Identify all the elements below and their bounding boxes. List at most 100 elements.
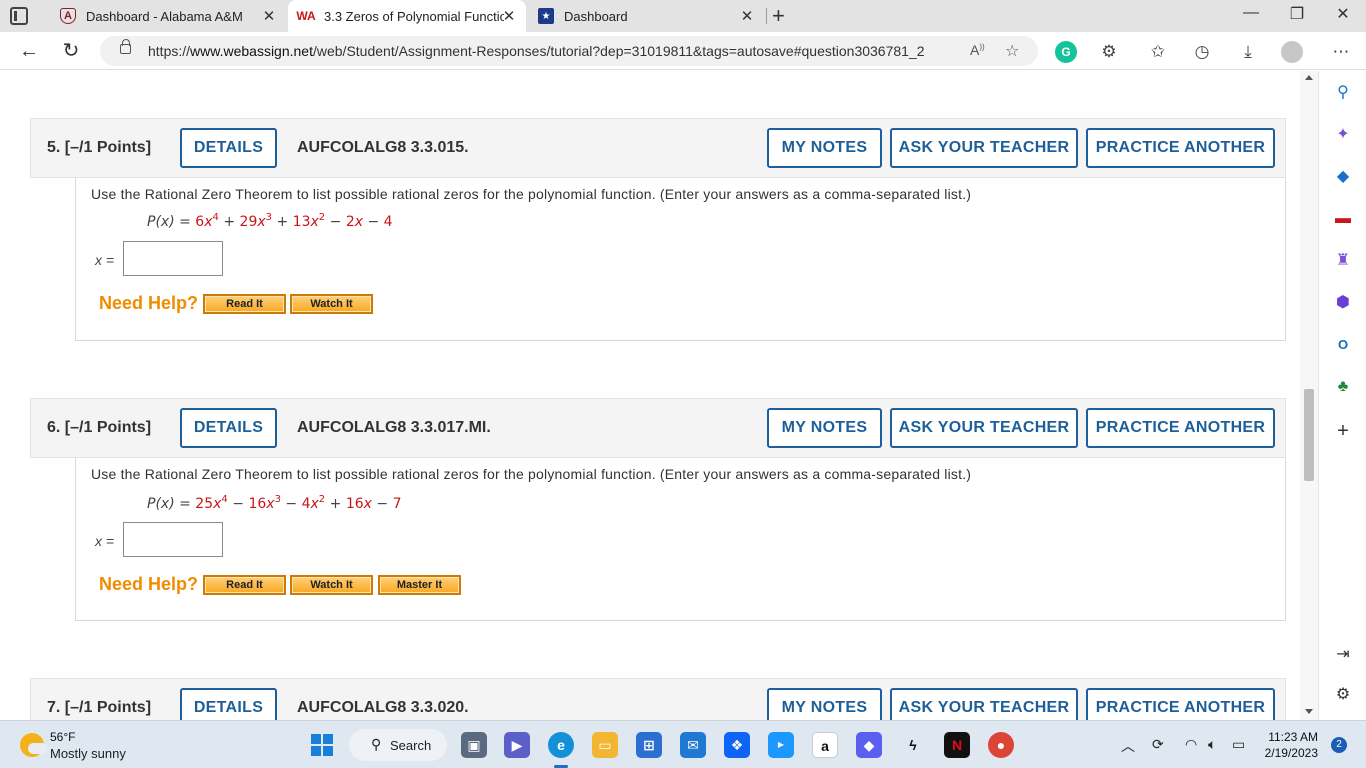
edge-browser-icon[interactable]: e [548, 732, 574, 758]
downloads-icon[interactable]: ⤓ [1237, 41, 1259, 63]
sync-icon[interactable]: ⟳ [1152, 736, 1164, 753]
search-icon[interactable]: ⚲ [1333, 83, 1353, 103]
teams-chat-icon[interactable]: ▶ [504, 732, 530, 758]
url-text[interactable]: https://www.webassign.net/web/Student/As… [148, 43, 925, 59]
read-it-button[interactable]: Read It [203, 294, 286, 314]
formula-operator: − [363, 214, 384, 230]
favorites-icon[interactable]: ✩ [1147, 41, 1169, 63]
shopping-tag-icon[interactable]: ◆ [1333, 167, 1353, 187]
scroll-up-arrow-icon[interactable] [1305, 75, 1313, 80]
battery-icon[interactable]: ▭ [1232, 736, 1245, 753]
new-tab-icon[interactable]: + [772, 3, 785, 29]
minimize-icon[interactable]: — [1228, 4, 1274, 22]
microsoft-365-icon[interactable]: ⬢ [1333, 293, 1353, 313]
my-notes-button[interactable]: MY NOTES [767, 408, 882, 448]
practice-another-button[interactable]: PRACTICE ANOTHER [1086, 688, 1275, 720]
formula-term: 7 [392, 496, 402, 512]
copilot-sparkle-icon[interactable]: ✦ [1333, 125, 1353, 145]
more-options-icon[interactable]: ⋯ [1330, 41, 1352, 63]
chrome-icon[interactable]: ● [988, 732, 1014, 758]
weather-condition[interactable]: Mostly sunny [50, 746, 126, 761]
read-aloud-icon[interactable]: A)) [970, 42, 985, 58]
restore-icon[interactable]: ❐ [1274, 4, 1320, 24]
outlook-icon[interactable]: O [1333, 335, 1353, 355]
question-6-header: 6. [–/1 Points] DETAILS AUFCOLALG8 3.3.0… [30, 398, 1286, 458]
my-notes-button[interactable]: MY NOTES [767, 688, 882, 720]
mail-icon[interactable]: ✉ [680, 732, 706, 758]
games-icon[interactable]: ♜ [1333, 251, 1353, 271]
grammarly-icon[interactable]: G [1055, 41, 1077, 63]
scroll-down-arrow-icon[interactable] [1305, 709, 1313, 714]
close-tab-icon[interactable]: ✕ [500, 7, 518, 25]
ask-your-teacher-button[interactable]: ASK YOUR TEACHER [890, 408, 1078, 448]
hide-sidebar-icon[interactable]: ⇥ [1333, 645, 1353, 665]
amazon-icon[interactable]: a [812, 732, 838, 758]
system-clock[interactable]: 11:23 AM 2/19/2023 [1262, 729, 1318, 761]
master-it-button[interactable]: Master It [378, 575, 461, 595]
profile-avatar[interactable] [1281, 41, 1303, 63]
microsoft-store-icon[interactable]: ⊞ [636, 732, 662, 758]
answer-input[interactable] [123, 241, 223, 276]
back-arrow-icon[interactable]: ← [16, 38, 42, 64]
watch-it-button[interactable]: Watch It [290, 575, 373, 595]
sidebar-settings-icon[interactable]: ⚙ [1333, 685, 1353, 705]
volume-icon[interactable]: 🔈︎ [1208, 736, 1216, 753]
practice-another-button[interactable]: PRACTICE ANOTHER [1086, 128, 1275, 168]
formula-term: 29x3 [239, 212, 273, 230]
task-view-icon[interactable]: ▣ [461, 732, 487, 758]
tab-dashboard[interactable]: ★ Dashboard ✕ [528, 0, 764, 32]
address-bar[interactable]: https://www.webassign.net/web/Student/As… [100, 36, 1038, 66]
question-5-header: 5. [–/1 Points] DETAILS AUFCOLALG8 3.3.0… [30, 118, 1286, 178]
lightning-app-icon[interactable]: ϟ [900, 732, 926, 758]
netflix-icon[interactable]: N [944, 732, 970, 758]
weather-temperature[interactable]: 56°F [50, 730, 75, 744]
question-number: 7. [–/1 Points] [47, 699, 152, 716]
prime-video-icon[interactable]: ▶ [768, 732, 794, 758]
formula-operator: − [280, 496, 302, 512]
page-scrollbar[interactable] [1300, 71, 1318, 720]
search-icon: ⚲ [371, 736, 382, 752]
dropbox-icon[interactable]: ❖ [724, 732, 750, 758]
formula-term: 25x4 [195, 494, 228, 512]
need-help-label: Need Help? [99, 574, 199, 594]
scrollbar-thumb[interactable] [1304, 389, 1314, 481]
tab-actions-icon[interactable] [10, 7, 28, 25]
file-explorer-icon[interactable]: ▭ [592, 732, 618, 758]
taskbar-search[interactable]: ⚲ Search [349, 729, 447, 761]
notification-badge[interactable]: 2 [1331, 737, 1347, 753]
history-icon[interactable]: ◷ [1191, 41, 1213, 63]
windows-start-icon[interactable] [311, 734, 333, 756]
weather-sun-icon[interactable] [20, 733, 48, 757]
question-code: AUFCOLALG8 3.3.020. [297, 699, 469, 716]
watch-it-button[interactable]: Watch It [290, 294, 373, 314]
details-button[interactable]: DETAILS [180, 128, 277, 168]
refresh-icon[interactable]: ↻ [58, 38, 84, 64]
ask-your-teacher-button[interactable]: ASK YOUR TEACHER [890, 128, 1078, 168]
tab-dashboard-aamu[interactable]: A Dashboard - Alabama A&M ✕ [50, 0, 286, 32]
webassign-icon: WA [296, 9, 316, 23]
formula-operator: − [325, 214, 346, 230]
ask-your-teacher-button[interactable]: ASK YOUR TEACHER [890, 688, 1078, 720]
formula-lhs: P(x) [147, 496, 175, 512]
read-it-button[interactable]: Read It [203, 575, 286, 595]
show-hidden-icons-chevron-icon[interactable]: ︿ [1121, 736, 1135, 756]
add-sidebar-app-icon[interactable]: + [1333, 421, 1353, 441]
add-favorite-icon[interactable]: ☆ [1005, 41, 1019, 61]
close-tab-icon[interactable]: ✕ [738, 7, 756, 25]
tools-icon[interactable]: ▬ [1333, 209, 1353, 229]
details-button[interactable]: DETAILS [180, 688, 277, 720]
details-button[interactable]: DETAILS [180, 408, 277, 448]
navigation-bar: ← ↻ https://www.webassign.net/web/Studen… [0, 32, 1366, 70]
my-notes-button[interactable]: MY NOTES [767, 128, 882, 168]
drop-tree-icon[interactable]: ♣ [1333, 377, 1353, 397]
extensions-icon[interactable]: ⚙ [1098, 41, 1120, 63]
lock-icon[interactable] [120, 39, 131, 54]
practice-another-button[interactable]: PRACTICE ANOTHER [1086, 408, 1275, 448]
answer-input[interactable] [123, 522, 223, 557]
tab-zeros-polynomial[interactable]: WA 3.3 Zeros of Polynomial Function ✕ [288, 0, 526, 32]
app-hexagon-icon[interactable]: ◆ [856, 732, 882, 758]
wifi-icon[interactable]: ◠ [1185, 736, 1197, 753]
close-tab-icon[interactable]: ✕ [260, 7, 278, 25]
close-window-icon[interactable]: ✕ [1320, 4, 1366, 24]
formula-term: 6x4 [195, 212, 219, 230]
